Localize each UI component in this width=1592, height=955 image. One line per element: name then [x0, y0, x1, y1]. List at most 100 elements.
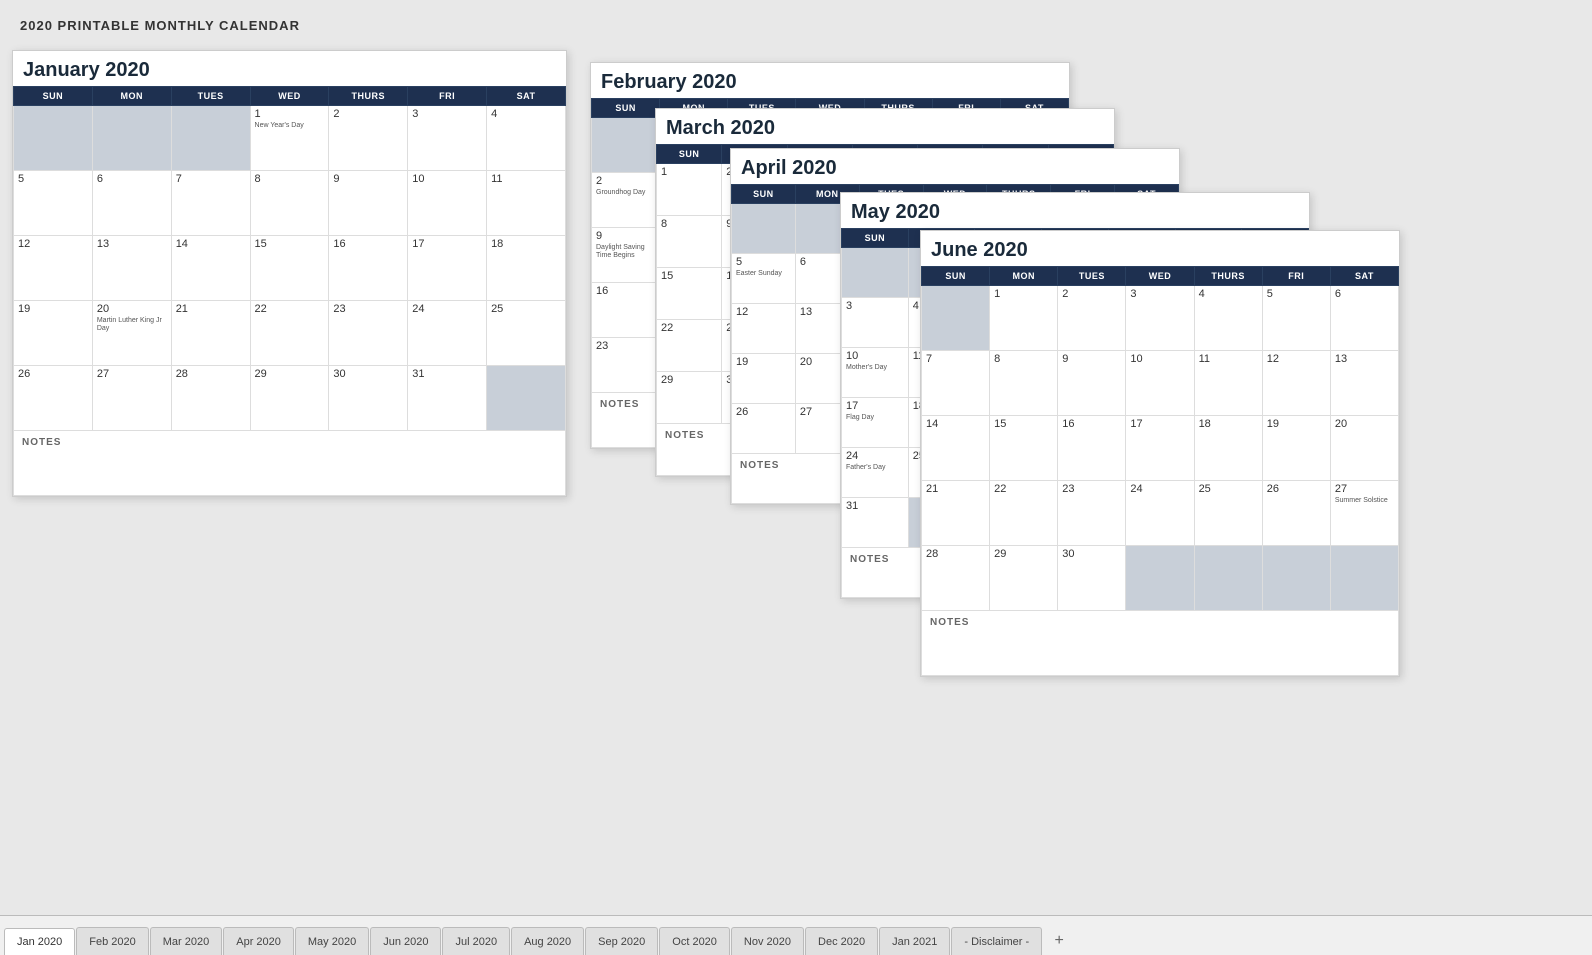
table-row: 22 [250, 301, 329, 366]
tab-aug-2020[interactable]: Aug 2020 [511, 927, 584, 955]
notes-cell: NOTES [922, 611, 1399, 676]
may-header-sun: SUN [842, 229, 909, 248]
tab-jul-2020[interactable]: Jul 2020 [442, 927, 510, 955]
tab-feb-2020[interactable]: Feb 2020 [76, 927, 148, 955]
table-row: 6 [1330, 286, 1398, 351]
table-row: 10 [408, 171, 487, 236]
table-row: 24 [1126, 481, 1194, 546]
march-title: March 2020 [656, 109, 1114, 144]
table-row: 27Summer Solstice [1330, 481, 1398, 546]
page-title: 2020 PRINTABLE MONTHLY CALENDAR [20, 18, 1572, 33]
table-row: 5 [1262, 286, 1330, 351]
table-row: 19 [1262, 416, 1330, 481]
table-row: 12 [1262, 351, 1330, 416]
table-row: 24 [408, 301, 487, 366]
main-container: 2020 PRINTABLE MONTHLY CALENDAR January … [0, 0, 1592, 915]
table-row: 18 [487, 236, 566, 301]
table-row: 15 [250, 236, 329, 301]
table-row [1330, 546, 1398, 611]
tab-bar: Jan 2020 Feb 2020 Mar 2020 Apr 2020 May … [0, 915, 1592, 955]
tab-oct-2020[interactable]: Oct 2020 [659, 927, 730, 955]
tab-nov-2020[interactable]: Nov 2020 [731, 927, 804, 955]
table-row: 14 [922, 416, 990, 481]
tab-jan-2020[interactable]: Jan 2020 [4, 928, 75, 955]
table-row: 19 20Martin Luther King Jr Day 21 22 23 … [14, 301, 566, 366]
table-row [922, 286, 990, 351]
tab-may-2020[interactable]: May 2020 [295, 927, 369, 955]
table-row: 3 [1126, 286, 1194, 351]
table-row: 15 [990, 416, 1058, 481]
table-row: 13 [92, 236, 171, 301]
table-row: 27 [92, 366, 171, 431]
table-row: 5 [14, 171, 93, 236]
table-row [1126, 546, 1194, 611]
table-row: 18 [1194, 416, 1262, 481]
table-row: 8 [657, 216, 722, 268]
table-row: 28 [922, 546, 990, 611]
table-row: 10Mother's Day [842, 348, 909, 398]
table-row: 17 [408, 236, 487, 301]
jan-header-sun: SUN [14, 87, 93, 106]
tab-jan-2021[interactable]: Jan 2021 [879, 927, 950, 955]
table-row: 16 [329, 236, 408, 301]
table-row: 29 [250, 366, 329, 431]
june-grid: SUN MON TUES WED THURS FRI SAT 1 2 3 4 5 [921, 266, 1399, 676]
table-row: 22 [657, 320, 722, 372]
table-row [92, 106, 171, 171]
table-row [171, 106, 250, 171]
june-title: June 2020 [921, 231, 1399, 266]
january-title: January 2020 [13, 51, 566, 86]
jun-header-tue: TUES [1058, 267, 1126, 286]
table-row: 14 [171, 236, 250, 301]
april-title: April 2020 [731, 149, 1179, 184]
table-row: 30 [329, 366, 408, 431]
table-row: 26 27 28 29 30 31 [14, 366, 566, 431]
table-row: 2Groundhog Day [592, 173, 660, 228]
tab-dec-2020[interactable]: Dec 2020 [805, 927, 878, 955]
table-row: 20Martin Luther King Jr Day [92, 301, 171, 366]
notes-cell: NOTES [14, 431, 566, 496]
tab-apr-2020[interactable]: Apr 2020 [223, 927, 294, 955]
table-row: 15 [657, 268, 722, 320]
table-row [1262, 546, 1330, 611]
table-row: 11 [1194, 351, 1262, 416]
tab-mar-2020[interactable]: Mar 2020 [150, 927, 222, 955]
table-row: 25 [1194, 481, 1262, 546]
table-row: 4 [1194, 286, 1262, 351]
notes-row: NOTES [14, 431, 566, 496]
table-row: 21 [171, 301, 250, 366]
table-row: 19 [732, 354, 796, 404]
jun-header-sun: SUN [922, 267, 990, 286]
table-row: 29 [657, 372, 722, 424]
table-row: 23 [1058, 481, 1126, 546]
table-row: 14 15 16 17 18 19 20 [922, 416, 1399, 481]
table-row [14, 106, 93, 171]
mar-header-sun: SUN [657, 145, 722, 164]
table-row: 8 [250, 171, 329, 236]
table-row: 16 [592, 283, 660, 338]
tab-sep-2020[interactable]: Sep 2020 [585, 927, 658, 955]
table-row: 9 [329, 171, 408, 236]
table-row: 2 [329, 106, 408, 171]
table-row: 26 [732, 404, 796, 454]
table-row: 17 [1126, 416, 1194, 481]
january-calendar: January 2020 SUN MON TUES WED THURS FRI … [12, 50, 567, 497]
add-tab-button[interactable]: + [1047, 929, 1071, 953]
table-row: 1 [990, 286, 1058, 351]
table-row: 26 [1262, 481, 1330, 546]
table-row: 19 [14, 301, 93, 366]
tab-jun-2020[interactable]: Jun 2020 [370, 927, 441, 955]
table-row: 7 [922, 351, 990, 416]
table-row [592, 118, 660, 173]
table-row: 16 [1058, 416, 1126, 481]
table-row: 28 [171, 366, 250, 431]
table-row: 13 [1330, 351, 1398, 416]
table-row: 3 [408, 106, 487, 171]
table-row: 24Father's Day [842, 448, 909, 498]
january-grid: SUN MON TUES WED THURS FRI SAT 1New Year… [13, 86, 566, 496]
table-row: 17Flag Day [842, 398, 909, 448]
notes-row: NOTES [922, 611, 1399, 676]
table-row: 3 [842, 298, 909, 348]
table-row: 25 [487, 301, 566, 366]
tab-disclaimer[interactable]: - Disclaimer - [951, 927, 1042, 955]
